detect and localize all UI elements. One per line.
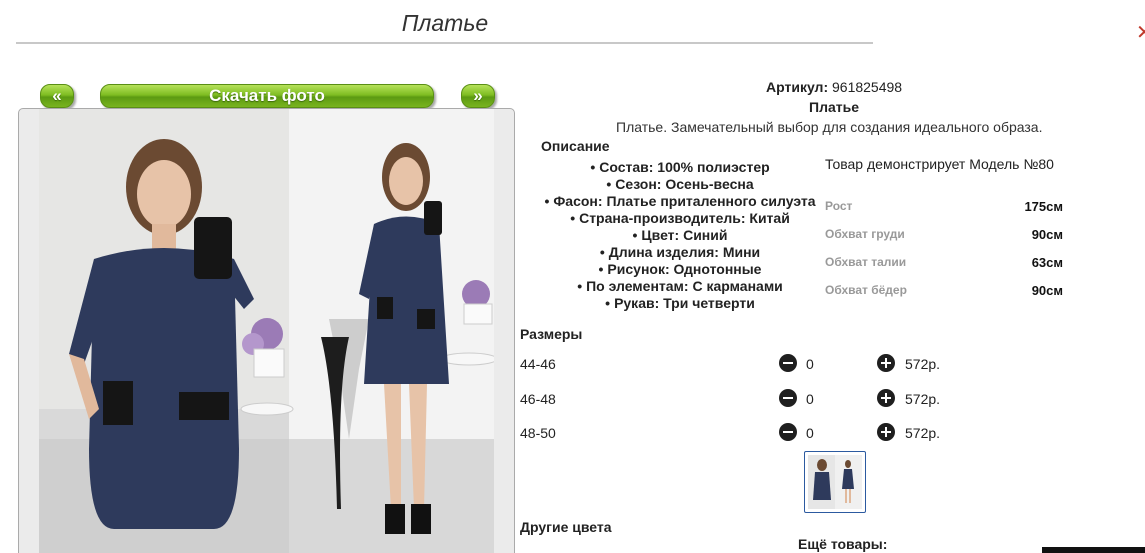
size-price: 572р. — [905, 356, 941, 372]
minus-circle-icon[interactable] — [779, 423, 797, 441]
download-photo-button[interactable]: Скачать фото — [100, 84, 434, 108]
title-divider — [16, 42, 873, 44]
size-label: 48-50 — [520, 425, 556, 441]
feature-item: • Состав: 100% полиэстер — [590, 159, 770, 175]
sizes-heading: Размеры — [520, 326, 583, 342]
thumbnail-image — [808, 455, 862, 509]
next-photo-button[interactable]: » — [461, 84, 495, 108]
feature-item: • Сезон: Осень-весна — [606, 176, 754, 192]
feature-item: • Фасон: Платье приталенного силуэта — [544, 193, 816, 209]
feature-item: • Рукав: Три четверти — [605, 295, 755, 311]
minus-circle-icon[interactable] — [779, 354, 797, 372]
measure-value: 63см — [1031, 255, 1063, 270]
bullet-icon: • — [598, 261, 604, 277]
size-row: 48-50 0 572р. — [520, 423, 1040, 445]
features-list: • Состав: 100% полиэстер • Сезон: Осень-ве… — [530, 159, 830, 312]
minus-circle-icon[interactable] — [779, 389, 797, 407]
size-quantity: 0 — [806, 425, 814, 441]
bullet-icon: • — [544, 193, 550, 209]
measure-label: Обхват талии — [825, 255, 907, 269]
measure-label: Рост — [825, 199, 853, 213]
feature-item: • По элементам: С карманами — [577, 278, 783, 294]
measure-value: 175см — [1024, 199, 1063, 214]
bullet-icon: • — [605, 295, 611, 311]
more-goods-heading: Ещё товары: — [798, 536, 888, 552]
size-row: 46-48 0 572р. — [520, 389, 1040, 411]
feature-item: • Страна-производитель: Китай — [570, 210, 790, 226]
feature-item: • Цвет: Синий — [632, 227, 728, 243]
feature-item: • Рисунок: Однотонные — [598, 261, 762, 277]
plus-circle-icon[interactable] — [877, 389, 895, 407]
article-row: Артикул: 961825498 — [766, 79, 902, 95]
corner-ribbon-icon: ✕ — [1136, 22, 1145, 44]
product-photo-frame — [18, 108, 515, 553]
bullet-icon: • — [599, 244, 605, 260]
plus-circle-icon[interactable] — [877, 423, 895, 441]
size-quantity: 0 — [806, 391, 814, 407]
model-note: Товар демонстрирует Модель №80 — [825, 156, 1054, 172]
measure-row: Рост 175см — [825, 196, 1063, 224]
size-price: 572р. — [905, 391, 941, 407]
page-title: Платье — [401, 10, 489, 36]
size-quantity: 0 — [806, 356, 814, 372]
product-photo[interactable] — [39, 109, 494, 553]
product-description: Платье. Замечательный выбор для создания… — [616, 119, 1043, 135]
feature-item: • Длина изделия: Мини — [599, 244, 761, 260]
product-thumbnail[interactable] — [804, 451, 866, 513]
measure-row: Обхват груди 90см — [825, 224, 1063, 252]
size-row: 44-46 0 572р. — [520, 354, 1040, 376]
size-label: 44-46 — [520, 356, 556, 372]
article-value: 961825498 — [832, 79, 903, 95]
measure-row: Обхват талии 63см — [825, 252, 1063, 280]
size-price: 572р. — [905, 425, 941, 441]
product-name: Платье — [809, 99, 859, 115]
description-heading: Описание — [541, 138, 610, 154]
measure-label: Обхват груди — [825, 227, 905, 241]
bullet-icon: • — [570, 210, 576, 226]
size-label: 46-48 — [520, 391, 556, 407]
plus-circle-icon[interactable] — [877, 354, 895, 372]
bullet-icon: • — [606, 176, 612, 192]
measure-label: Обхват бёдер — [825, 283, 907, 297]
prev-photo-button[interactable]: « — [40, 84, 74, 108]
bullet-icon: • — [577, 278, 583, 294]
bottom-panel-tab[interactable] — [1042, 547, 1145, 553]
measure-value: 90см — [1031, 227, 1063, 242]
model-measures: Рост 175см Обхват груди 90см Обхват тали… — [825, 196, 1063, 308]
measure-value: 90см — [1031, 283, 1063, 298]
bullet-icon: • — [632, 227, 638, 243]
bullet-icon: • — [590, 159, 596, 175]
other-colors-heading: Другие цвета — [520, 519, 612, 535]
article-label: Артикул: — [766, 79, 829, 95]
measure-row: Обхват бёдер 90см — [825, 280, 1063, 308]
